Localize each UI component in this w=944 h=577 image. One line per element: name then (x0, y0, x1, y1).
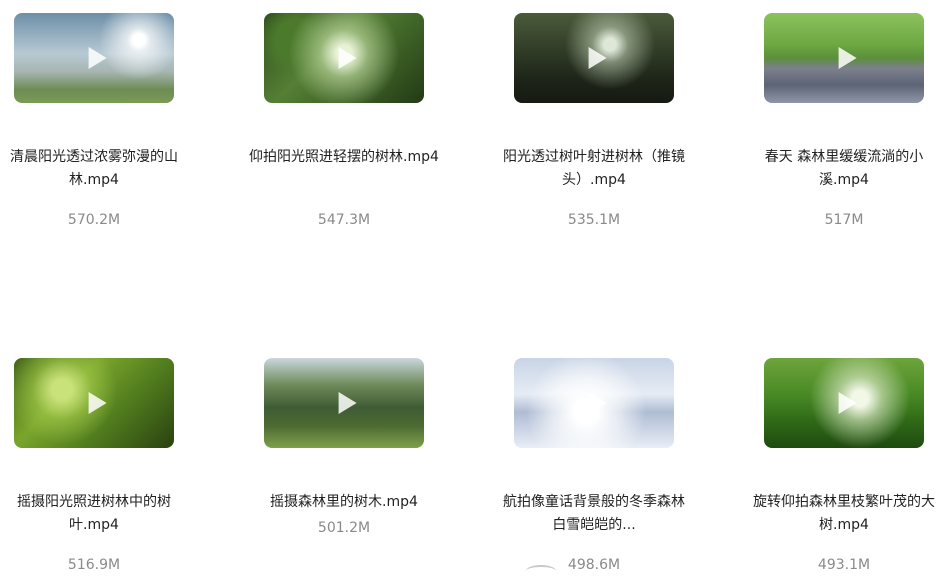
file-size: 501.2M (317, 520, 371, 536)
video-card[interactable]: 摇摄森林里的树木.mp4 501.2M (264, 358, 454, 573)
scroll-indicator (526, 565, 556, 577)
video-title[interactable]: 摇摄森林里的树木.mp4 (249, 491, 439, 514)
video-card[interactable]: 仰拍阳光照进轻摆的树林.mp4 547.3M (249, 13, 454, 228)
play-icon[interactable] (588, 392, 607, 414)
file-size: 547.3M (317, 212, 371, 228)
play-icon[interactable] (588, 47, 607, 69)
video-card[interactable]: 旋转仰拍森林里枝繁叶茂的大树.mp4 493.1M (753, 358, 944, 573)
file-size: 570.2M (67, 212, 121, 228)
video-thumbnail[interactable] (14, 358, 174, 448)
play-icon[interactable] (88, 47, 107, 69)
file-size: 517M (824, 212, 864, 228)
video-thumbnail[interactable] (764, 358, 924, 448)
video-grid: 清晨阳光透过浓雾弥漫的山林.mp4 570.2M 仰拍阳光照进轻摆的树林.mp4… (0, 0, 944, 573)
file-size: 493.1M (817, 557, 871, 573)
play-icon[interactable] (838, 47, 857, 69)
video-card[interactable]: 摇摄阳光照进树林中的树叶.mp4 516.9M (14, 358, 204, 573)
video-card[interactable]: 春天 森林里缓缓流淌的小溪.mp4 517M (764, 13, 944, 228)
play-icon[interactable] (88, 392, 107, 414)
video-thumbnail[interactable] (264, 358, 424, 448)
video-title[interactable]: 清晨阳光透过浓雾弥漫的山林.mp4 (0, 146, 189, 192)
play-icon[interactable] (338, 47, 357, 69)
video-title[interactable]: 摇摄阳光照进树林中的树叶.mp4 (0, 491, 189, 537)
video-card[interactable]: 阳光透过树叶射进树林（推镜头）.mp4 535.1M (503, 13, 704, 228)
file-size: 535.1M (567, 212, 621, 228)
play-icon[interactable] (838, 392, 857, 414)
video-card[interactable]: 清晨阳光透过浓雾弥漫的山林.mp4 570.2M (10, 13, 204, 228)
play-icon[interactable] (338, 392, 357, 414)
video-thumbnail[interactable] (514, 358, 674, 448)
video-thumbnail[interactable] (514, 13, 674, 103)
video-card[interactable]: 航拍像童话背景般的冬季森林白雪皑皑的... 498.6M (503, 358, 704, 573)
video-thumbnail[interactable] (14, 13, 174, 103)
video-title[interactable]: 旋转仰拍森林里枝繁叶茂的大树.mp4 (749, 491, 939, 537)
video-title[interactable]: 航拍像童话背景般的冬季森林白雪皑皑的... (499, 491, 689, 537)
video-title[interactable]: 阳光透过树叶射进树林（推镜头）.mp4 (499, 146, 689, 192)
file-size: 516.9M (67, 557, 121, 573)
video-title[interactable]: 春天 森林里缓缓流淌的小溪.mp4 (749, 146, 939, 192)
video-thumbnail[interactable] (264, 13, 424, 103)
video-thumbnail[interactable] (764, 13, 924, 103)
video-title[interactable]: 仰拍阳光照进轻摆的树林.mp4 (249, 146, 439, 169)
